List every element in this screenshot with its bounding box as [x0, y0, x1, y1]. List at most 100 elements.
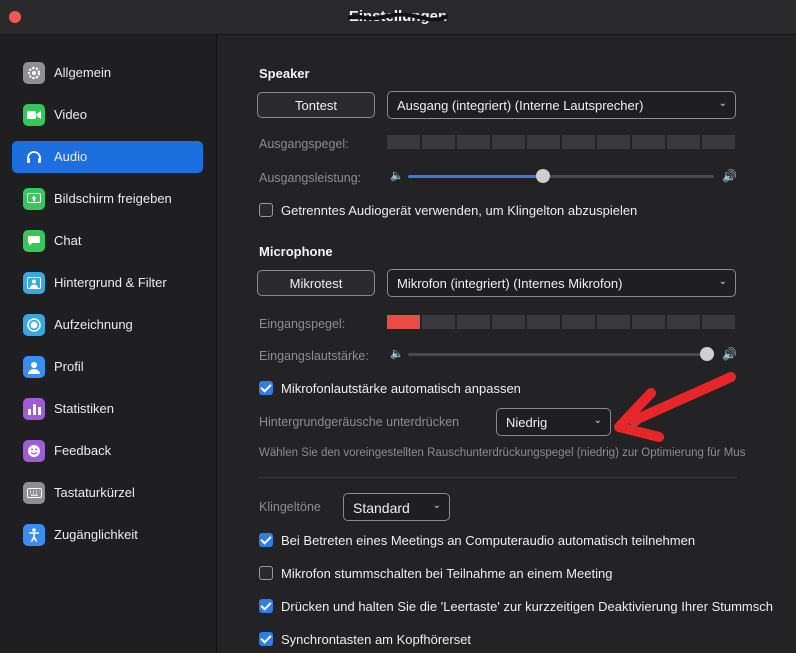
- headphones-icon: [23, 146, 45, 168]
- sidebar-item-label: Aufzeichnung: [54, 317, 133, 332]
- push-to-talk-label: Drücken und halten Sie die 'Leertaste' z…: [281, 599, 773, 614]
- sidebar-item-allgemein[interactable]: Allgemein: [12, 57, 203, 89]
- microphone-section-title: Microphone: [259, 244, 333, 259]
- separate-device-checkbox[interactable]: [259, 203, 273, 217]
- speaker-device-select[interactable]: Ausgang (integriert) (Interne Lautsprech…: [387, 91, 736, 119]
- meter-segment: [422, 135, 455, 149]
- microphone-device-select[interactable]: Mikrofon (integriert) (Internes Mikrofon…: [387, 269, 736, 297]
- meter-segment: [527, 135, 560, 149]
- sidebar-item-label: Audio: [54, 149, 88, 164]
- keyboard-icon: [23, 482, 45, 504]
- sidebar-item-aufzeichnung[interactable]: Aufzeichnung: [12, 309, 203, 341]
- chevron-down-icon: ⌄: [718, 276, 727, 287]
- input-volume-slider[interactable]: 🔈 🔊: [390, 344, 738, 364]
- volume-low-icon: 🔈: [390, 170, 404, 182]
- mute-on-join-label: Mikrofon stummschalten bei Teilnahme an …: [281, 566, 613, 581]
- chevron-down-icon: ⌄: [432, 500, 441, 511]
- meter-segment: [562, 315, 595, 329]
- headset-sync-checkbox[interactable]: [259, 632, 273, 646]
- meter-segment: [632, 315, 665, 329]
- output-level-meter: [387, 135, 735, 149]
- meter-segment: [562, 135, 595, 149]
- sidebar-item-zugaenglichkeit[interactable]: Zugänglichkeit: [12, 519, 203, 551]
- output-volume-thumb[interactable]: [536, 169, 551, 183]
- sidebar-item-label: Profil: [54, 359, 84, 374]
- settings-sidebar: Allgemein Video Audio Bildschirm freigeb…: [0, 35, 217, 653]
- meter-segment: [422, 315, 455, 329]
- meter-segment: [387, 315, 420, 329]
- sidebar-item-audio[interactable]: Audio: [12, 141, 203, 173]
- microphone-device-value: Mikrofon (integriert) (Internes Mikrofon…: [397, 276, 623, 291]
- person-icon: [23, 356, 45, 378]
- meter-segment: [492, 135, 525, 149]
- record-icon: [23, 314, 45, 336]
- sidebar-item-bildschirm-freigeben[interactable]: Bildschirm freigeben: [12, 183, 203, 215]
- auto-adjust-label: Mikrofonlautstärke automatisch anpassen: [281, 381, 521, 396]
- output-volume-label: Ausgangsleistung:: [259, 171, 362, 185]
- annotation-arrow: [614, 372, 736, 442]
- gear-icon: [23, 62, 45, 84]
- sidebar-item-tastaturkuerzel[interactable]: Tastaturkürzel: [12, 477, 203, 509]
- output-volume-slider[interactable]: 🔈 🔊: [390, 166, 738, 186]
- input-level-label: Eingangspegel:: [259, 317, 346, 331]
- meter-segment: [702, 315, 735, 329]
- meter-segment: [667, 135, 700, 149]
- audio-settings-panel: Speaker Tontest Ausgang (integriert) (In…: [217, 35, 796, 653]
- ringtone-value: Standard: [353, 500, 410, 516]
- output-volume-fill: [408, 175, 544, 178]
- chat-bubble-icon: [23, 230, 45, 252]
- mute-on-join-checkbox[interactable]: [259, 566, 273, 580]
- ringtone-select[interactable]: Standard ⌄: [343, 493, 450, 521]
- noise-suppression-label: Hintergrundgeräusche unterdrücken: [259, 415, 460, 429]
- title-scribble: [348, 13, 448, 21]
- sidebar-item-profil[interactable]: Profil: [12, 351, 203, 383]
- sidebar-item-label: Allgemein: [54, 65, 112, 80]
- sidebar-item-label: Feedback: [54, 443, 112, 458]
- meter-segment: [527, 315, 560, 329]
- title-bar: Einstellungen: [0, 0, 796, 35]
- sidebar-item-label: Statistiken: [54, 401, 114, 416]
- video-camera-icon: [23, 104, 45, 126]
- auto-join-audio-checkbox[interactable]: [259, 533, 273, 547]
- noise-suppression-value: Niedrig: [506, 415, 548, 430]
- sidebar-item-statistiken[interactable]: Statistiken: [12, 393, 203, 425]
- headset-sync-label: Synchrontasten am Kopfhörerset: [281, 632, 472, 647]
- meter-segment: [667, 315, 700, 329]
- separate-device-label: Getrenntes Audiogerät verwenden, um Klin…: [281, 203, 638, 218]
- meter-segment: [457, 315, 490, 329]
- input-volume-thumb[interactable]: [700, 347, 714, 361]
- accessibility-icon: [23, 524, 45, 546]
- sidebar-item-hintergrund-filter[interactable]: Hintergrund & Filter: [12, 267, 203, 299]
- sidebar-item-feedback[interactable]: Feedback: [12, 435, 203, 467]
- share-screen-icon: [23, 188, 45, 210]
- meter-segment: [387, 135, 420, 149]
- push-to-talk-checkbox[interactable]: [259, 599, 273, 613]
- sidebar-item-label: Tastaturkürzel: [54, 485, 135, 500]
- input-volume-label: Eingangslautstärke:: [259, 349, 369, 363]
- sidebar-item-chat[interactable]: Chat: [12, 225, 203, 257]
- sidebar-item-video[interactable]: Video: [12, 99, 203, 131]
- auto-join-audio-label: Bei Betreten eines Meetings an Computera…: [281, 533, 696, 548]
- auto-adjust-checkbox[interactable]: [259, 381, 273, 395]
- speaker-test-button[interactable]: Tontest: [257, 92, 375, 118]
- meter-segment: [632, 135, 665, 149]
- meter-segment: [702, 135, 735, 149]
- meter-segment: [597, 135, 630, 149]
- meter-segment: [457, 135, 490, 149]
- volume-high-icon: 🔊: [722, 169, 737, 183]
- speaker-device-value: Ausgang (integriert) (Interne Lautsprech…: [397, 98, 644, 113]
- section-divider: [259, 477, 737, 478]
- volume-high-icon: 🔊: [722, 347, 737, 361]
- sidebar-item-label: Hintergrund & Filter: [54, 275, 167, 290]
- microphone-test-button[interactable]: Mikrotest: [257, 270, 375, 296]
- chevron-down-icon: ⌄: [718, 98, 727, 109]
- sidebar-item-label: Video: [54, 107, 88, 122]
- sidebar-item-label: Zugänglichkeit: [54, 527, 138, 542]
- output-level-label: Ausgangspegel:: [259, 137, 349, 151]
- smiley-icon: [23, 440, 45, 462]
- sidebar-item-label: Chat: [54, 233, 82, 248]
- bar-chart-icon: [23, 398, 45, 420]
- noise-suppression-select[interactable]: Niedrig ⌄: [496, 408, 611, 436]
- chevron-down-icon: ⌄: [593, 415, 602, 426]
- meter-segment: [597, 315, 630, 329]
